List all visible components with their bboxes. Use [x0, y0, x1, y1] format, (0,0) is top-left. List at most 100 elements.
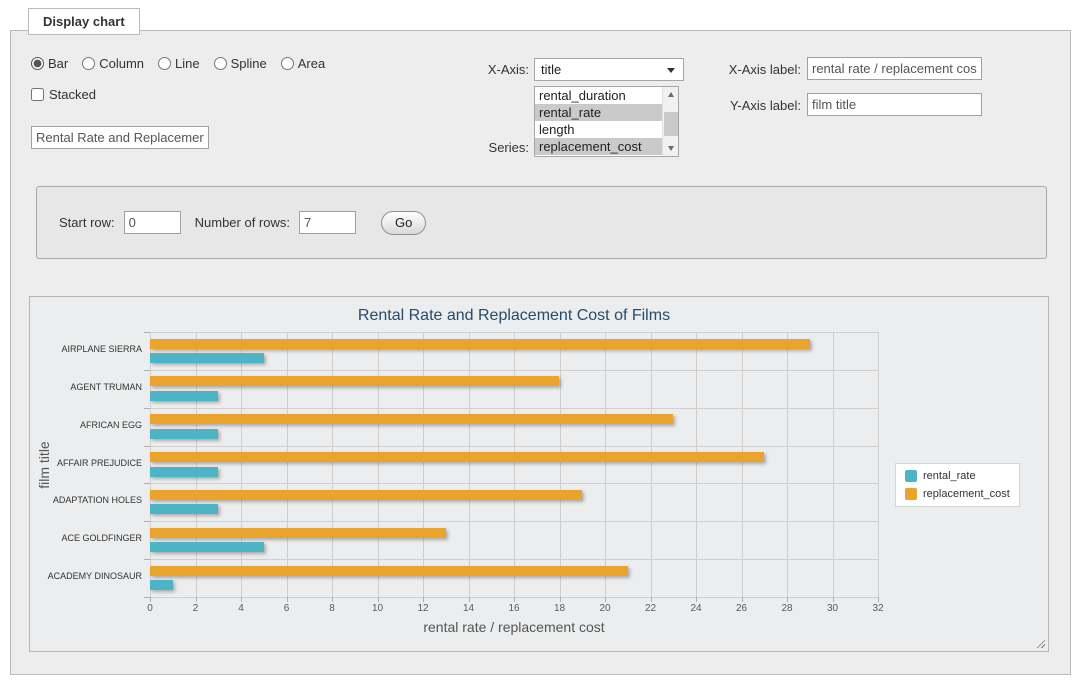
gridline [150, 483, 878, 484]
chart-title: Rental Rate and Replacement Cost of Film… [150, 307, 878, 325]
category-label: AIRPLANE SIERRA [30, 344, 142, 354]
series-multiselect[interactable]: rental_durationrental_ratelengthreplacem… [534, 86, 679, 157]
x-axis-selected-value: title [541, 62, 561, 77]
series-option[interactable]: rental_duration [535, 87, 662, 104]
radio-column-input[interactable] [82, 57, 95, 70]
x-tick [651, 597, 652, 602]
num-rows-input[interactable] [299, 211, 356, 234]
rows-panel: Start row: Number of rows: Go [36, 186, 1047, 259]
scrollbar[interactable] [662, 87, 678, 156]
x-tick-label: 20 [585, 603, 625, 614]
gridline [150, 408, 878, 409]
radio-spline-input[interactable] [214, 57, 227, 70]
category-label: AGENT TRUMAN [30, 382, 142, 392]
go-button[interactable]: Go [381, 211, 426, 235]
x-tick [423, 597, 424, 602]
x-tick-label: 14 [449, 603, 489, 614]
radio-area[interactable]: Area [281, 56, 325, 71]
x-axis-title: rental rate / replacement cost [150, 619, 878, 635]
chevron-down-icon [667, 68, 675, 73]
scrollbar-thumb[interactable] [664, 112, 678, 136]
radio-bar-input[interactable] [31, 57, 44, 70]
y-tick [144, 559, 150, 560]
gridline [787, 332, 788, 597]
gridline [878, 332, 879, 597]
chart-type-radio-group: Bar Column Line Spline Area [31, 56, 333, 71]
radio-line-input[interactable] [158, 57, 171, 70]
x-tick-label: 12 [403, 603, 443, 614]
y-axis-label-label: Y-Axis label: [697, 98, 801, 113]
radio-column-label: Column [99, 56, 144, 71]
radio-bar[interactable]: Bar [31, 56, 68, 71]
legend-item[interactable]: replacement_cost [905, 488, 1010, 500]
gridline [196, 332, 197, 597]
gridline [150, 559, 878, 560]
y-tick [144, 332, 150, 333]
category-label: AFRICAN EGG [30, 420, 142, 430]
bar-replacement_cost [150, 414, 673, 424]
radio-line[interactable]: Line [158, 56, 200, 71]
x-tick-label: 24 [676, 603, 716, 614]
category-label: ADAPTATION HOLES [30, 495, 142, 505]
x-tick-label: 10 [358, 603, 398, 614]
y-tick [144, 370, 150, 371]
radio-line-label: Line [175, 56, 200, 71]
bar-replacement_cost [150, 339, 810, 349]
legend-item[interactable]: rental_rate [905, 470, 1010, 482]
x-tick [287, 597, 288, 602]
radio-area-input[interactable] [281, 57, 294, 70]
category-label: AFFAIR PREJUDICE [30, 458, 142, 468]
x-tick [787, 597, 788, 602]
x-tick [560, 597, 561, 602]
bar-rental_rate [150, 391, 218, 401]
chart-container: Rental Rate and Replacement Cost of Film… [29, 296, 1049, 652]
x-tick [469, 597, 470, 602]
series-option[interactable]: length [535, 121, 662, 138]
x-axis-select-label: X-Axis: [441, 62, 529, 77]
radio-area-label: Area [298, 56, 325, 71]
x-axis-label-label: X-Axis label: [697, 62, 801, 77]
series-option[interactable]: replacement_cost [535, 138, 662, 155]
bar-rental_rate [150, 580, 173, 590]
chart-builder-page: Display chart Bar Column Line Spline Are… [0, 0, 1081, 681]
chart-title-input[interactable] [31, 126, 209, 149]
x-tick-label: 18 [540, 603, 580, 614]
bar-replacement_cost [150, 452, 764, 462]
radio-spline[interactable]: Spline [214, 56, 267, 71]
radio-column[interactable]: Column [82, 56, 144, 71]
x-tick-label: 8 [312, 603, 352, 614]
x-tick-label: 4 [221, 603, 261, 614]
display-chart-fieldset: Bar Column Line Spline Area Stacked X-Ax… [10, 30, 1071, 675]
x-tick [696, 597, 697, 602]
scroll-down-icon [668, 146, 674, 151]
x-axis-select[interactable]: title [534, 58, 684, 81]
resize-handle-icon[interactable] [1034, 637, 1045, 648]
gridline [241, 332, 242, 597]
bar-rental_rate [150, 467, 218, 477]
x-tick [332, 597, 333, 602]
x-tick-label: 32 [858, 603, 898, 614]
gridline [150, 521, 878, 522]
x-tick [514, 597, 515, 602]
gridline [514, 332, 515, 597]
x-tick-label: 16 [494, 603, 534, 614]
bar-rental_rate [150, 429, 218, 439]
scrollbar-down-button[interactable] [663, 141, 679, 156]
x-tick [742, 597, 743, 602]
bar-replacement_cost [150, 566, 628, 576]
legend-swatch [905, 488, 917, 500]
chart-legend: rental_rate replacement_cost [895, 463, 1020, 507]
scroll-up-icon [668, 92, 674, 97]
x-axis-label-input[interactable] [807, 57, 982, 80]
stacked-checkbox[interactable] [31, 88, 44, 101]
y-tick [144, 408, 150, 409]
bar-replacement_cost [150, 376, 559, 386]
y-tick [144, 597, 150, 598]
gridline [150, 446, 878, 447]
num-rows-label: Number of rows: [195, 215, 290, 230]
y-axis-label-input[interactable] [807, 93, 982, 116]
scrollbar-up-button[interactable] [663, 87, 679, 102]
start-row-input[interactable] [124, 211, 181, 234]
series-option[interactable]: rental_rate [535, 104, 662, 121]
y-tick [144, 521, 150, 522]
